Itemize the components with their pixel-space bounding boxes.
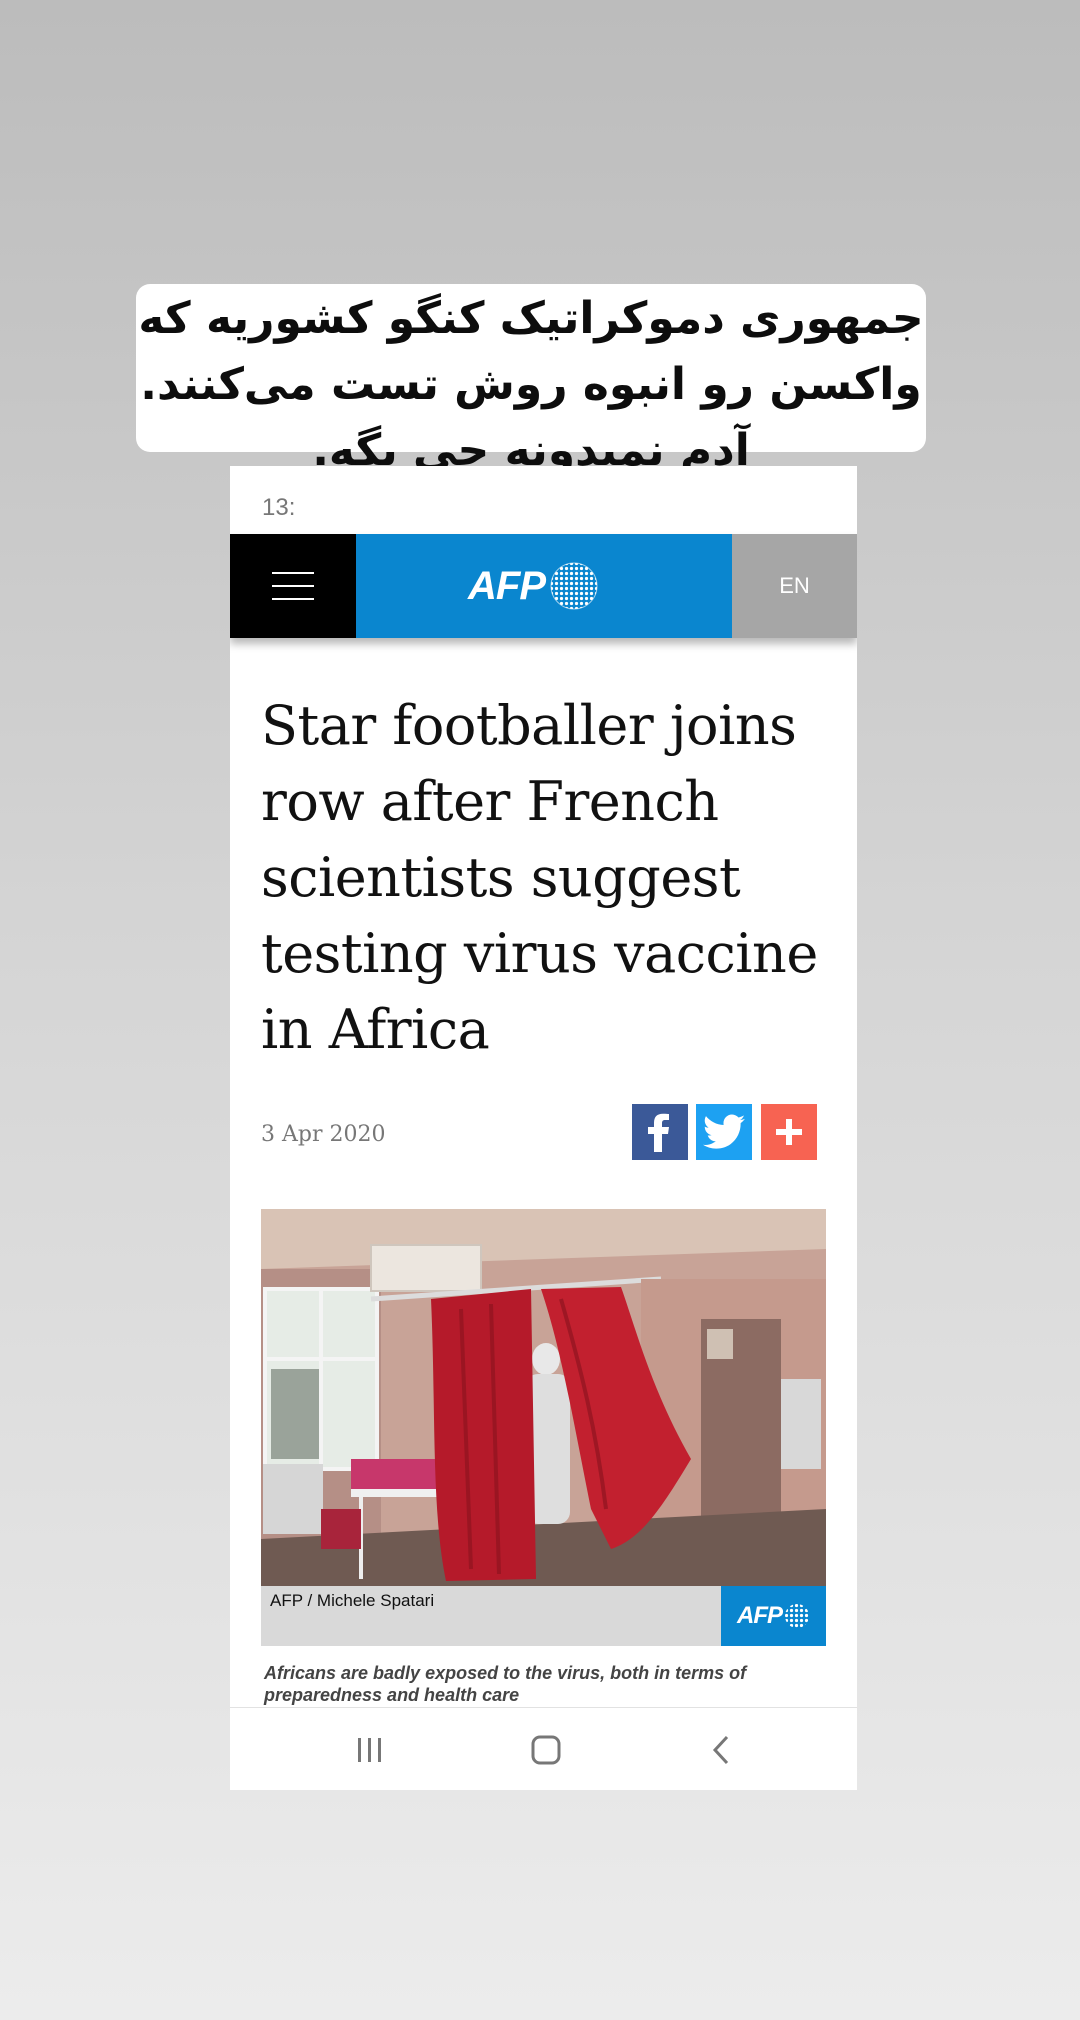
home-icon [531, 1735, 561, 1764]
status-time: 13: [262, 494, 296, 521]
back-icon [712, 1735, 729, 1764]
logo-text: AFP [468, 563, 546, 608]
photo-credit-bar: AFP / Michele Spatari AFP [261, 1586, 826, 1646]
more-share-button[interactable] [761, 1104, 817, 1160]
system-navbar [230, 1707, 857, 1790]
article-headline: Star footballer joins row after French s… [261, 694, 818, 1061]
afp-logo: AFP [468, 558, 599, 614]
caption-line: واکسن رو انبوه روش تست می‌کنند. [140, 359, 922, 410]
photo-caption: Africans are badly exposed to the virus,… [264, 1663, 747, 1705]
home-button[interactable] [486, 1708, 606, 1790]
facebook-icon [648, 1113, 669, 1152]
article-date: 3 Apr 2020 [261, 1122, 386, 1147]
credit-logo-text: AFP [737, 1602, 783, 1629]
recent-apps-icon [358, 1737, 381, 1762]
language-button[interactable]: EN [732, 534, 857, 638]
phone-screen: 13: AFP EN Star footballer joins row aft… [230, 466, 857, 1790]
overlay-caption: جمهوری دموکراتیک کنگو کشوریه که واکسن رو… [136, 286, 926, 484]
photo-credit: AFP / Michele Spatari [270, 1591, 435, 1610]
credit-afp-logo: AFP [721, 1586, 826, 1646]
article-photo [261, 1209, 826, 1586]
facebook-share-button[interactable] [632, 1104, 688, 1160]
back-button[interactable] [661, 1708, 781, 1790]
twitter-share-button[interactable] [696, 1104, 752, 1160]
globe-icon [550, 562, 598, 610]
menu-button[interactable] [230, 534, 356, 638]
twitter-icon [703, 1114, 745, 1149]
app-header: AFP EN [230, 534, 857, 638]
logo-area[interactable]: AFP [356, 534, 732, 638]
globe-icon [785, 1604, 809, 1628]
caption-line: جمهوری دموکراتیک کنگو کشوریه که [138, 293, 924, 344]
hospital-room-photo [261, 1209, 826, 1586]
recent-apps-button[interactable] [310, 1708, 430, 1790]
plus-icon [776, 1119, 802, 1145]
